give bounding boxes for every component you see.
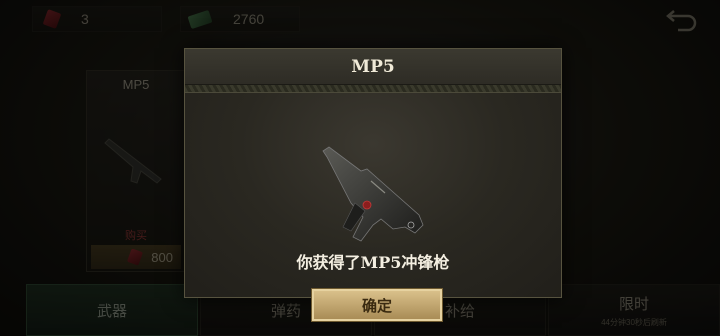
dialog-title: MP5 xyxy=(185,49,561,85)
dialog-divider xyxy=(185,85,561,93)
confirm-button[interactable]: 确定 xyxy=(311,288,443,322)
dialog-body: 你获得了MP5冲锋枪 确定 xyxy=(185,93,561,322)
reward-dialog: MP5 你获得了MP5冲锋枪 确定 xyxy=(184,48,562,322)
mp5-icon xyxy=(322,146,424,242)
reward-message: 你获得了MP5冲锋枪 xyxy=(296,253,450,272)
